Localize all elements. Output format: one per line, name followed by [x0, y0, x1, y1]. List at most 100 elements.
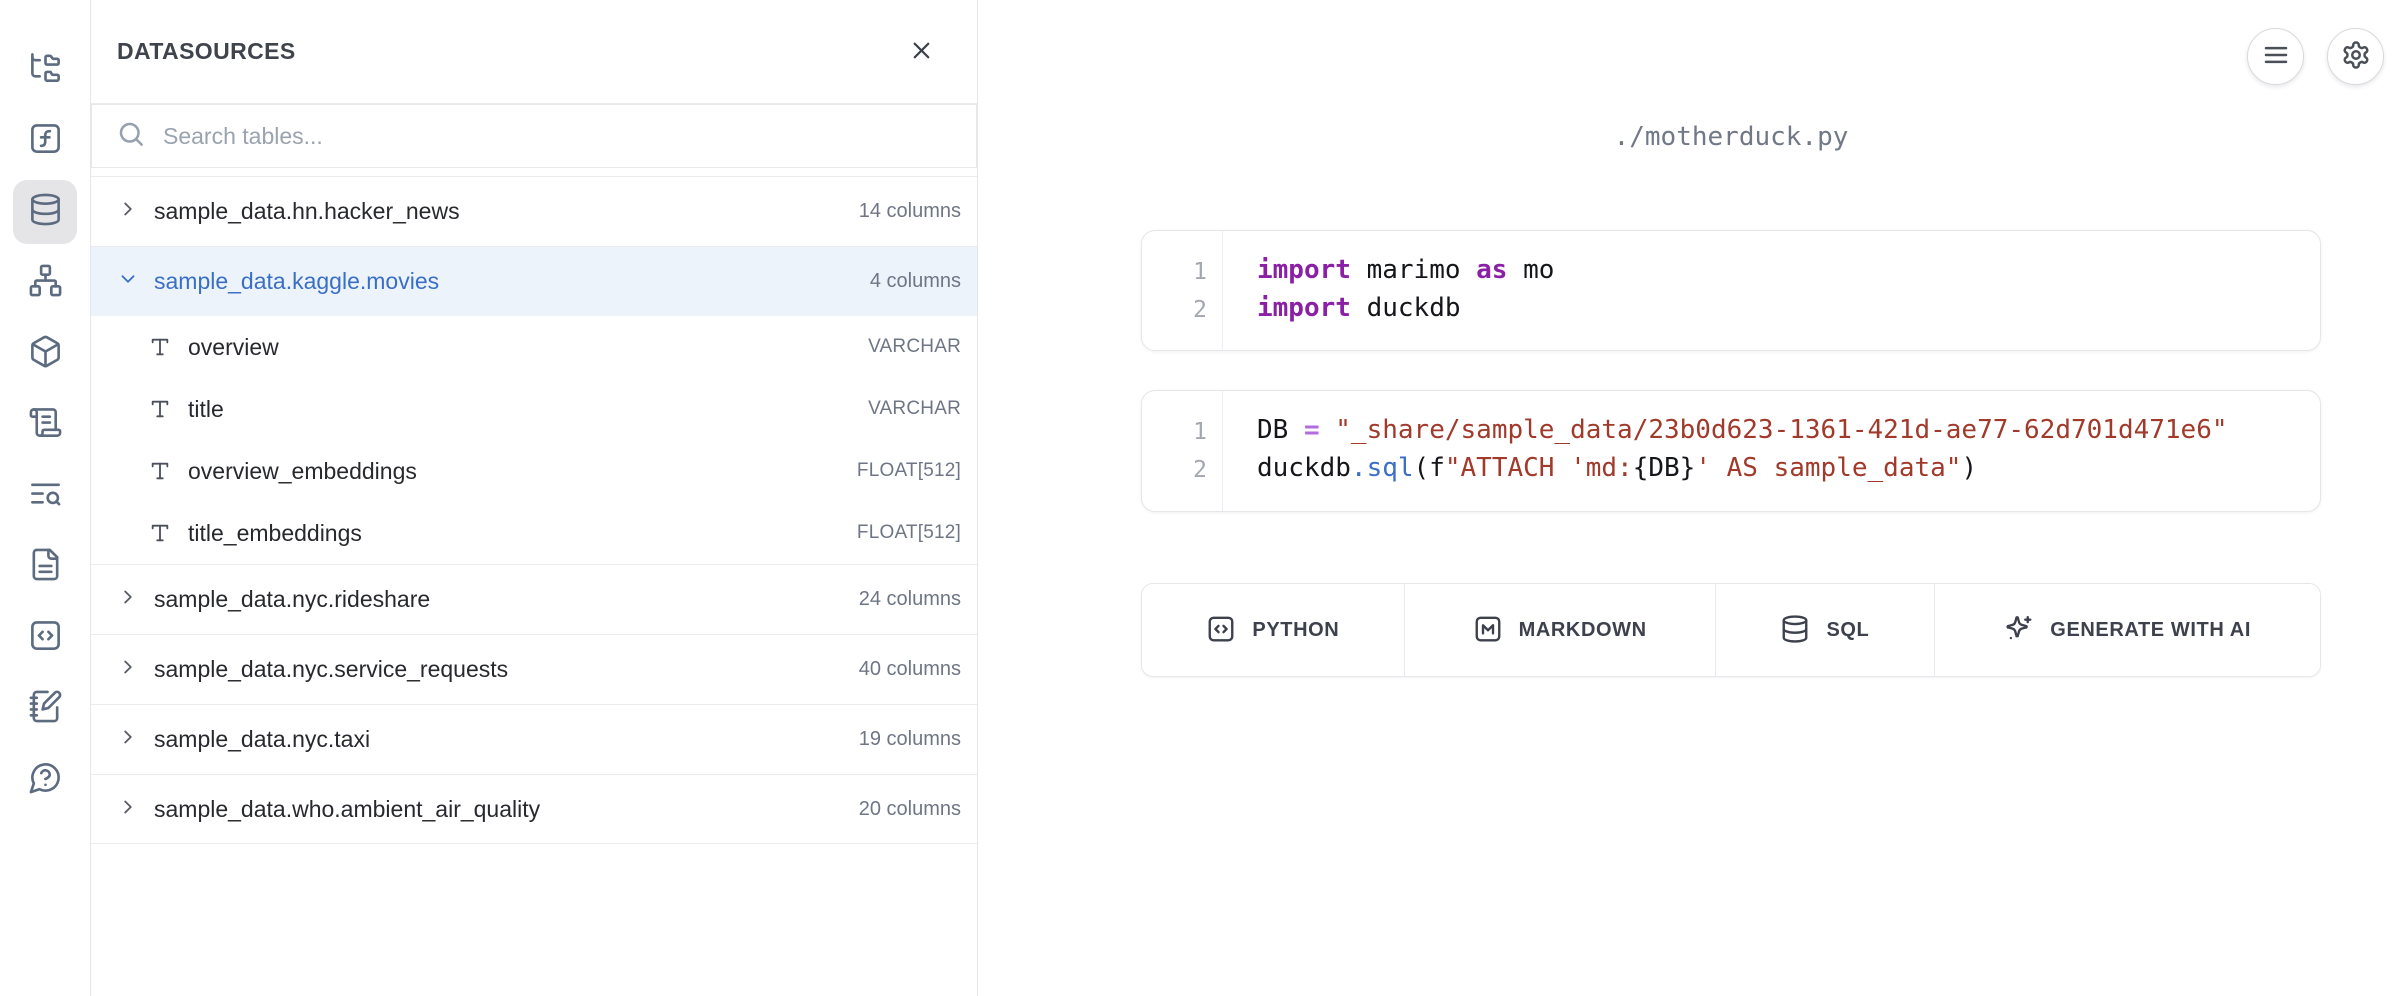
code-cell: 12 DB = "_share/sample_data/23b0d623-1361… [1141, 390, 2321, 512]
square-code-icon [28, 618, 63, 658]
table-row[interactable]: sample_data.who.ambient_air_quality 20 co… [91, 774, 977, 844]
close-panel-button[interactable] [901, 32, 941, 72]
table-row[interactable]: sample_data.kaggle.movies 4 columns [91, 246, 977, 316]
column-row[interactable]: overviewVARCHAR [91, 316, 977, 378]
table-column-count: 40 columns [859, 658, 961, 681]
table-column-count: 14 columns [859, 200, 961, 223]
column-name: title_embeddings [188, 520, 362, 547]
box-icon [28, 334, 63, 374]
function-square-icon [28, 121, 63, 161]
table-name: sample_data.who.ambient_air_quality [154, 796, 540, 823]
sidebar-item-outline[interactable] [13, 393, 77, 457]
sidebar-item-dependencies[interactable] [13, 251, 77, 315]
sidebar-item-help[interactable] [13, 748, 77, 812]
add-cell-buttons-bar: PYTHON MARKDOWN SQL GENERATE WITH AI [1141, 583, 2321, 677]
column-row[interactable]: overview_embeddings FLOAT[512] [91, 440, 977, 502]
add-cell-button-label: MARKDOWN [1519, 619, 1647, 642]
chevron-right-icon [117, 656, 139, 683]
datasources-panel: DATASOURCES sample_data.hn.hacker_news 14… [91, 0, 978, 996]
square-m-icon [1473, 614, 1503, 647]
column-type: FLOAT[512] [857, 522, 961, 544]
sidebar-item-documentation[interactable] [13, 535, 77, 599]
database-icon [28, 192, 63, 232]
table-column-count: 24 columns [859, 588, 961, 611]
chevron-right-icon [117, 586, 139, 613]
network-icon [28, 263, 63, 303]
code-line: import marimo as mo [1257, 251, 2320, 289]
notebook-filename: ./motherduck.py [1141, 122, 2321, 152]
database-icon [1780, 614, 1810, 647]
table-name: sample_data.hn.hacker_news [154, 198, 460, 225]
chevron-right-icon [117, 198, 139, 225]
add-cell-generate-with-ai-button[interactable]: GENERATE WITH AI [1935, 584, 2320, 676]
line-number: 2 [1142, 291, 1207, 329]
search-tables-input[interactable] [163, 123, 952, 150]
sidebar-item-packages[interactable] [13, 322, 77, 386]
chevron-right-icon [117, 726, 139, 753]
sidebar-item-logs[interactable] [13, 464, 77, 528]
settings-button[interactable] [2327, 28, 2384, 85]
sidebar-item-variables[interactable] [13, 109, 77, 173]
table-name: sample_data.nyc.taxi [154, 726, 370, 753]
line-number-gutter: 12 [1142, 231, 1223, 350]
sparkles-icon [2004, 614, 2034, 647]
code-line: DB = "_share/sample_data/23b0d623-1361-4… [1257, 411, 2320, 449]
folder-tree-icon [28, 50, 63, 90]
add-cell-sql-button[interactable]: SQL [1716, 584, 1936, 676]
sidebar-item-datasources[interactable] [13, 180, 77, 244]
add-cell-python-button[interactable]: PYTHON [1142, 584, 1405, 676]
table-name: sample_data.nyc.rideshare [154, 586, 430, 613]
column-type: VARCHAR [868, 336, 961, 358]
close-icon [908, 37, 935, 67]
line-number-gutter: 12 [1142, 391, 1223, 511]
panel-title: DATASOURCES [117, 38, 296, 65]
code-editor[interactable]: DB = "_share/sample_data/23b0d623-1361-4… [1223, 391, 2320, 511]
left-icon-sidebar [0, 0, 91, 996]
table-row[interactable]: sample_data.nyc.service_requests40 colum… [91, 634, 977, 704]
add-cell-button-label: PYTHON [1252, 619, 1339, 642]
column-type: FLOAT[512] [857, 460, 961, 482]
table-column-count: 19 columns [859, 728, 961, 751]
datasources-panel-header: DATASOURCES [91, 0, 977, 104]
column-name: overview_embeddings [188, 458, 417, 485]
code-cell: 12import marimo as moimport duckdb [1141, 230, 2321, 351]
file-text-icon [28, 547, 63, 587]
line-number: 1 [1142, 253, 1207, 291]
table-name: sample_data.kaggle.movies [154, 268, 439, 295]
table-column-count: 20 columns [859, 798, 961, 821]
code-line: duckdb.sql(f"ATTACH 'md:{DB}' AS sample_… [1257, 449, 2320, 487]
line-number: 2 [1142, 451, 1207, 489]
table-column-count: 4 columns [870, 270, 961, 293]
table-row[interactable]: sample_data.nyc.taxi 19 columns [91, 704, 977, 774]
square-code-icon [1206, 614, 1236, 647]
add-cell-button-label: SQL [1826, 619, 1869, 642]
sidebar-item-snippets[interactable] [13, 606, 77, 670]
message-question-icon [28, 760, 63, 800]
type-icon [149, 522, 171, 544]
search-icon [116, 119, 146, 154]
notebook-content: ./motherduck.py 12import marimo as moimp… [1141, 0, 2321, 996]
code-line: import duckdb [1257, 289, 2320, 327]
column-row[interactable]: title_embeddings FLOAT[512] [91, 502, 977, 564]
type-icon [149, 398, 171, 420]
table-row[interactable]: sample_data.nyc.rideshare 24 columns [91, 564, 977, 634]
list-search-icon [28, 476, 63, 516]
type-icon [149, 460, 171, 482]
search-tables-box [91, 104, 977, 168]
marimo-app: DATASOURCES sample_data.hn.hacker_news14… [0, 0, 2399, 996]
type-icon [149, 336, 171, 358]
line-number: 1 [1142, 413, 1207, 451]
sidebar-item-scratchpad[interactable] [13, 677, 77, 741]
notebook-main-area: ./motherduck.py 12import marimo as moimp… [979, 0, 2399, 996]
add-cell-markdown-button[interactable]: MARKDOWN [1405, 584, 1716, 676]
gear-icon [2341, 40, 2371, 73]
table-row[interactable]: sample_data.hn.hacker_news 14 columns [91, 176, 977, 246]
chevron-right-icon [117, 796, 139, 823]
chevron-down-icon [117, 268, 139, 295]
scroll-text-icon [28, 405, 63, 445]
column-type: VARCHAR [868, 398, 961, 420]
tables-list: sample_data.hn.hacker_news14 columnssamp… [91, 176, 977, 844]
code-editor[interactable]: import marimo as moimport duckdb [1223, 231, 2320, 350]
column-row[interactable]: titleVARCHAR [91, 378, 977, 440]
sidebar-item-file-explorer[interactable] [13, 38, 77, 102]
